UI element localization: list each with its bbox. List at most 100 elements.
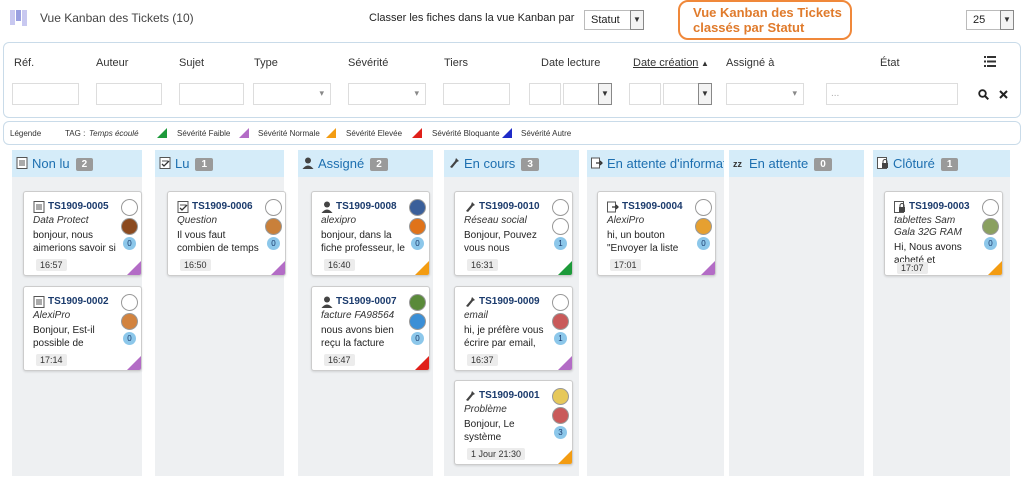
header-sujet[interactable]: Sujet (179, 57, 204, 69)
message-count-bubble[interactable]: 0 (984, 237, 997, 250)
column-header[interactable]: Clôturé 1 (873, 150, 1010, 177)
user-icon (321, 201, 333, 213)
ticket-card[interactable]: TS1909-0010 Réseau social Bonjour, Pouvez … (454, 191, 573, 276)
filter-date-creation-input[interactable] (629, 83, 661, 105)
ticket-ref-link[interactable]: TS1909-0007 (336, 296, 397, 307)
ticket-ref-link[interactable]: TS1909-0009 (479, 296, 540, 307)
column-title-text: Lu (175, 156, 190, 171)
ticket-card[interactable]: TS1909-0003 tablettes Sam Gala 32G RAM Hi,… (884, 191, 1003, 276)
list-columns-icon[interactable] (984, 56, 996, 67)
filter-sujet-input[interactable] (179, 83, 244, 105)
ticket-card[interactable]: TS1909-0007 facture FA98564 nous avons bie… (311, 286, 430, 371)
filter-severite-select[interactable] (348, 83, 426, 105)
ticket-card[interactable]: TS1909-0009 email hi, je préfère vous écri… (454, 286, 573, 371)
unassigned-user-circle[interactable] (552, 199, 569, 216)
message-count-bubble[interactable]: 0 (123, 332, 136, 345)
message-count-bubble[interactable]: 0 (267, 237, 280, 250)
filter-assigne-select[interactable] (726, 83, 804, 105)
assignee-avatar[interactable] (552, 388, 569, 405)
column-header[interactable]: zz En attente 0 (729, 150, 864, 177)
header-assigne[interactable]: Assigné à (726, 57, 774, 69)
message-count-bubble[interactable]: 0 (697, 237, 710, 250)
column-header[interactable]: Lu 1 (155, 150, 284, 177)
legend-item-label: Sévérité Bloquante (432, 129, 500, 138)
header-date-creation[interactable]: Date création (633, 57, 698, 69)
filter-etat-input[interactable]: ... (826, 83, 958, 105)
header-type[interactable]: Type (254, 57, 278, 69)
author-avatar (409, 218, 426, 235)
ticket-card[interactable]: TS1909-0005 Data Protect bonjour, nous aim… (23, 191, 142, 276)
wrench-icon (466, 297, 475, 307)
ticket-description: Il vous faut combien de temps pour (177, 230, 259, 254)
unassigned-user-circle[interactable] (552, 294, 569, 311)
filter-ref-input[interactable] (12, 83, 79, 105)
header-auteur[interactable]: Auteur (96, 57, 128, 69)
filter-date-creation-select[interactable]: ▼ (663, 83, 712, 105)
ticket-subject: Réseau social (464, 215, 527, 226)
column-title: Assigné 2 (318, 156, 388, 171)
header-ref[interactable]: Réf. (14, 57, 34, 69)
ticket-ref-link[interactable]: TS1909-0001 (479, 390, 540, 401)
ticket-ref-link[interactable]: TS1909-0004 (622, 201, 683, 212)
ticket-description: hi, je préfère vous écrire par email, (464, 325, 544, 349)
doc-icon (16, 157, 28, 169)
unassigned-user-circle[interactable] (121, 199, 138, 216)
ticket-ref-link[interactable]: TS1909-0003 (909, 201, 970, 212)
column-title: En attente 0 (749, 156, 832, 171)
ticket-ref-link[interactable]: TS1909-0008 (336, 201, 397, 212)
column-title-text: Assigné (318, 156, 365, 171)
header-tiers[interactable]: Tiers (444, 57, 468, 69)
severity-triangle-icon (415, 261, 429, 275)
unassigned-user-circle[interactable] (265, 199, 282, 216)
message-count-bubble[interactable]: 3 (554, 426, 567, 439)
chevron-down-icon: ▼ (1000, 10, 1014, 30)
ticket-card[interactable]: TS1909-0004 AlexiPro hi, un bouton "Envoye… (597, 191, 716, 276)
column-title-text: En cours (464, 156, 516, 171)
assignee-avatar[interactable] (409, 294, 426, 311)
elapsed-time-tag: 17:14 (36, 354, 67, 366)
ticket-card[interactable]: TS1909-0006 Question Il vous faut combien … (167, 191, 286, 276)
forward-icon (607, 201, 619, 213)
message-count-bubble[interactable]: 0 (411, 332, 424, 345)
header-date-lecture[interactable]: Date lecture (541, 57, 600, 69)
svg-text:zz: zz (733, 159, 743, 169)
user-icon (321, 296, 333, 308)
assignee-avatar[interactable] (409, 199, 426, 216)
unassigned-user-circle[interactable] (695, 199, 712, 216)
legend-label: Légende (10, 129, 42, 138)
page-size-select[interactable]: 25 ▼ (966, 10, 1014, 30)
search-icon[interactable] (978, 89, 989, 100)
ticket-card[interactable]: TS1909-0002 AlexiPro Bonjour, Est-il possi… (23, 286, 142, 371)
column-header[interactable]: En attente d'information (587, 150, 724, 177)
filter-tiers-input[interactable] (443, 83, 510, 105)
message-count-bubble[interactable]: 1 (554, 237, 567, 250)
unassigned-user-circle (552, 218, 569, 235)
message-count-bubble[interactable]: 0 (123, 237, 136, 250)
legend-bar: Légende TAG : Temps écoulé Sévérité Faib… (3, 121, 1021, 145)
unassigned-user-circle[interactable] (982, 199, 999, 216)
clear-filter-icon[interactable] (999, 90, 1008, 99)
severity-triangle-icon (415, 356, 429, 370)
message-count-bubble[interactable]: 0 (411, 237, 424, 250)
message-count-bubble[interactable]: 1 (554, 332, 567, 345)
filter-auteur-input[interactable] (96, 83, 162, 105)
unassigned-user-circle[interactable] (121, 294, 138, 311)
ticket-ref-link[interactable]: TS1909-0005 (48, 201, 109, 212)
ticket-subject: AlexiPro (607, 215, 645, 226)
header-severite[interactable]: Sévérité (348, 57, 388, 69)
column-header[interactable]: En cours 3 (444, 150, 579, 177)
ticket-ref-link[interactable]: TS1909-0006 (192, 201, 253, 212)
column-header[interactable]: Non lu 2 (12, 150, 142, 177)
filter-type-select[interactable] (253, 83, 331, 105)
header-etat[interactable]: État (880, 57, 900, 69)
ticket-ref-link[interactable]: TS1909-0010 (479, 201, 540, 212)
classer-select[interactable]: Statut ▼ (584, 10, 644, 30)
severity-triangle-icon (558, 450, 572, 464)
ticket-card[interactable]: TS1909-0001 Problème Bonjour, Le système 1 … (454, 380, 573, 465)
ticket-ref-link[interactable]: TS1909-0002 (48, 296, 109, 307)
filter-date-lecture-input[interactable] (529, 83, 561, 105)
ticket-card[interactable]: TS1909-0008 alexipro bonjour, dans la fich… (311, 191, 430, 276)
column-header[interactable]: Assigné 2 (298, 150, 433, 177)
column-title: Non lu 2 (32, 156, 94, 171)
filter-date-lecture-select[interactable]: ▼ (563, 83, 612, 105)
